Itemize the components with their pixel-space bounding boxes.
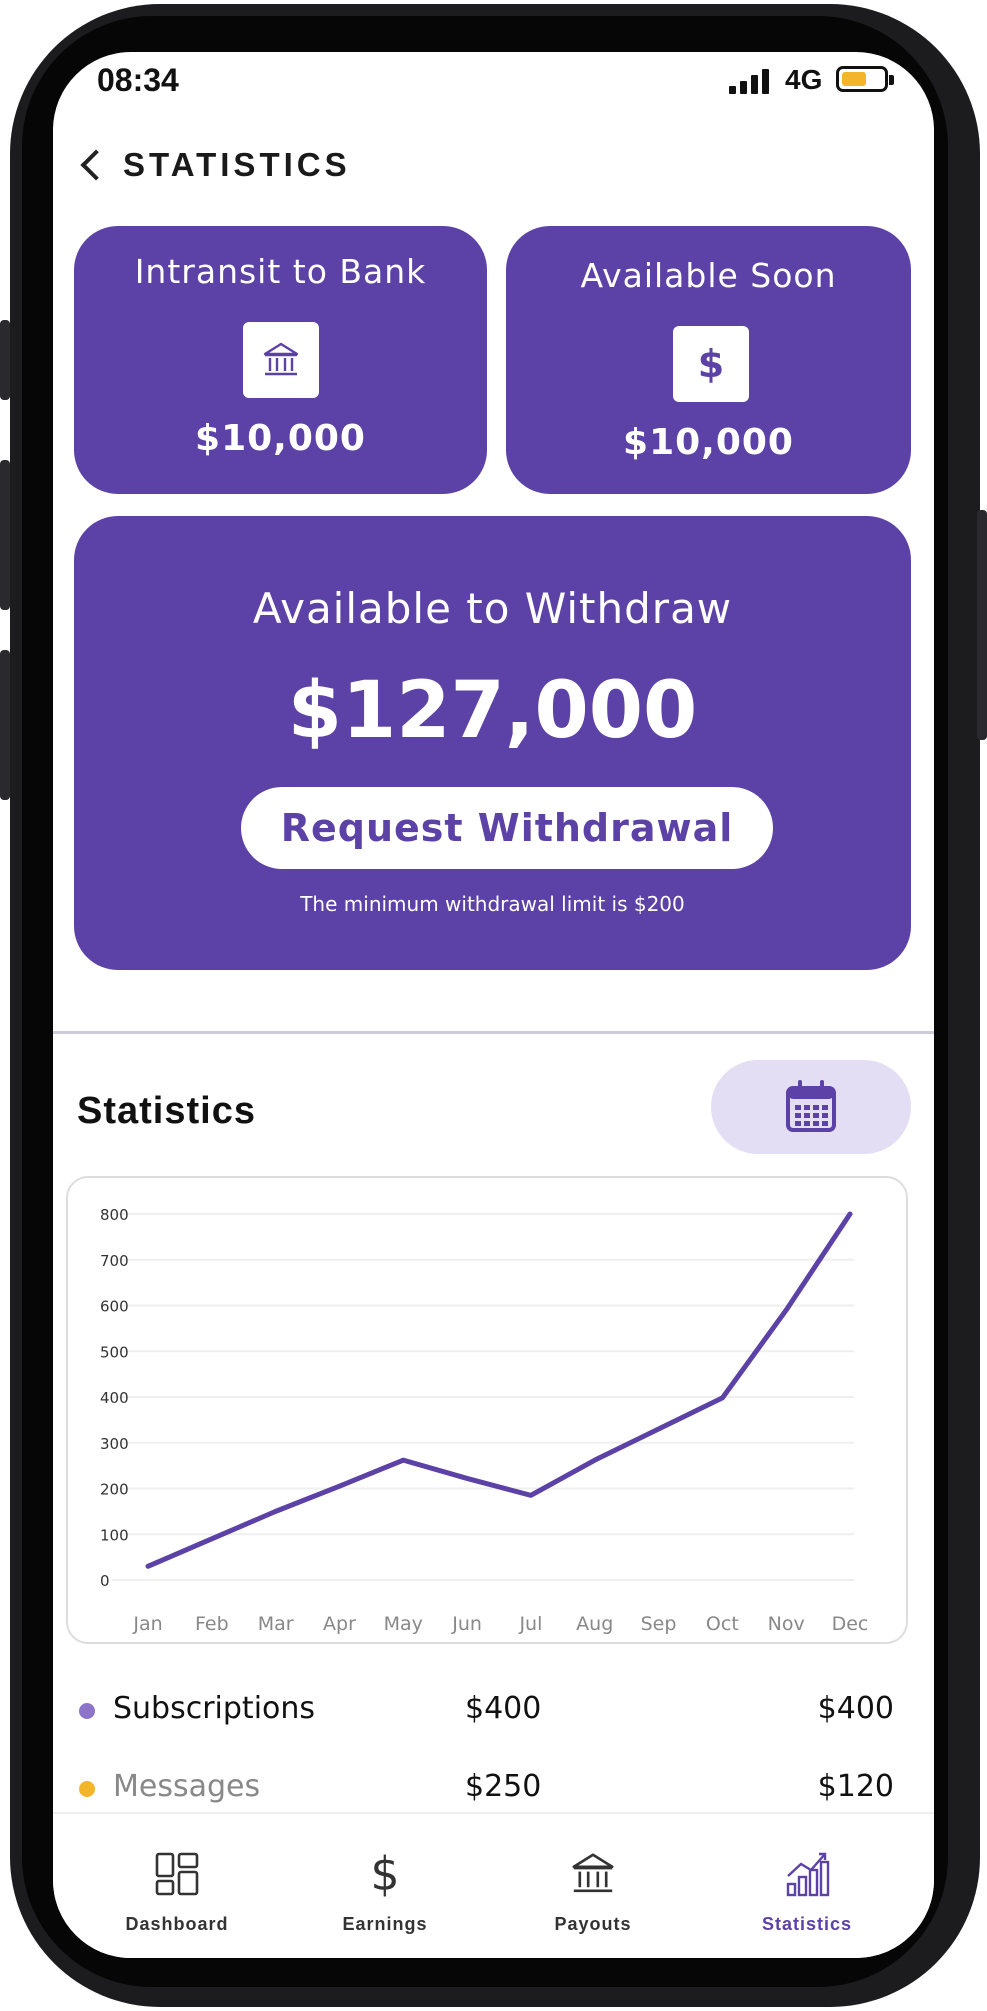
y-tick-label: 400	[100, 1389, 129, 1407]
chart-icon	[777, 1844, 837, 1904]
side-button-volume-down	[0, 650, 10, 800]
legend-value: $400	[465, 1691, 542, 1726]
available-soon-amount: $10,000	[623, 422, 794, 463]
x-tick-label: Feb	[195, 1613, 229, 1635]
x-tick-label: Jan	[132, 1613, 162, 1635]
x-tick-label: Nov	[768, 1613, 805, 1635]
statistics-heading: Statistics	[77, 1090, 256, 1132]
legend-row-messages: Messages $250 $120	[53, 1761, 934, 1813]
intransit-title: Intransit to Bank	[134, 252, 427, 291]
withdraw-amount: $127,000	[287, 666, 698, 756]
dollar-glyph: $	[697, 342, 725, 386]
legend-row-subscriptions: Subscriptions $400 $400	[53, 1683, 934, 1735]
calendar-button[interactable]	[711, 1060, 911, 1154]
request-withdrawal-button[interactable]: Request Withdrawal	[241, 787, 773, 869]
y-tick-label: 100	[100, 1526, 129, 1544]
legend-value: $120	[817, 1769, 894, 1804]
app-screen: 08:34 4G STATISTICS Intransit to Bank $1…	[53, 52, 934, 1958]
side-button-volume-up	[0, 460, 10, 610]
x-tick-label: Jun	[451, 1613, 482, 1635]
legend-label: Messages	[113, 1769, 261, 1804]
signal-icon	[729, 68, 773, 94]
minimum-withdrawal-note: The minimum withdrawal limit is $200	[300, 892, 685, 916]
side-button-power	[977, 510, 987, 740]
section-divider	[53, 1031, 934, 1034]
network-label: 4G	[785, 64, 823, 95]
y-tick-label: 800	[100, 1206, 129, 1224]
y-tick-label: 300	[100, 1435, 129, 1453]
nav-label: Earnings	[342, 1914, 428, 1934]
x-tick-label: May	[384, 1613, 423, 1635]
x-tick-label: Dec	[832, 1613, 869, 1635]
y-tick-label: 0	[100, 1572, 110, 1590]
bank-icon	[563, 1844, 623, 1904]
nav-statistics[interactable]: Statistics	[707, 1814, 907, 1944]
bottom-nav: Dashboard $ Earnings Payouts Statistics	[53, 1812, 934, 1958]
nav-earnings[interactable]: $ Earnings	[285, 1814, 485, 1944]
legend-value: $250	[465, 1769, 542, 1804]
withdraw-card: Available to Withdraw $127,000 Request W…	[74, 516, 911, 970]
nav-label: Dashboard	[125, 1914, 229, 1934]
y-tick-label: 600	[100, 1298, 129, 1316]
dashboard-icon	[147, 1844, 207, 1904]
x-tick-label: Mar	[258, 1613, 294, 1635]
nav-label: Payouts	[554, 1914, 632, 1934]
x-tick-label: Apr	[323, 1613, 356, 1635]
chevron-left-icon	[80, 149, 112, 181]
statistics-chart: 800 700 600 500 400 300 200 100 0 Jan Feb Mar Apr May…	[66, 1176, 908, 1644]
legend-label: Subscriptions	[113, 1691, 316, 1726]
legend-dot-messages	[79, 1781, 95, 1797]
header: STATISTICS	[53, 128, 934, 208]
dollar-glyph: $	[370, 1847, 400, 1901]
page-title: STATISTICS	[123, 146, 351, 183]
x-tick-label: Aug	[576, 1613, 613, 1635]
x-tick-label: Sep	[641, 1613, 677, 1635]
bank-icon	[243, 322, 319, 398]
series-line	[145, 1211, 853, 1569]
back-button[interactable]	[67, 140, 117, 190]
withdraw-title: Available to Withdraw	[252, 584, 733, 633]
x-tick-label: Jul	[518, 1613, 542, 1635]
line-chart: 800 700 600 500 400 300 200 100 0 Jan Feb Mar Apr May…	[100, 1206, 869, 1635]
status-bar: 08:34 4G	[53, 52, 934, 108]
available-soon-card: Available Soon $ $10,000	[506, 226, 911, 494]
dollar-icon: $	[355, 1844, 415, 1904]
side-button-silent	[0, 320, 10, 400]
nav-dashboard[interactable]: Dashboard	[77, 1814, 277, 1944]
y-tick-label: 500	[100, 1343, 129, 1361]
intransit-amount: $10,000	[195, 418, 366, 459]
y-tick-label: 700	[100, 1252, 129, 1270]
status-time: 08:34	[97, 62, 179, 98]
nav-label: Statistics	[761, 1914, 853, 1934]
legend-value: $400	[817, 1691, 894, 1726]
nav-payouts[interactable]: Payouts	[493, 1814, 693, 1944]
battery-icon	[836, 66, 894, 92]
x-tick-label: Oct	[706, 1613, 739, 1635]
y-tick-label: 200	[100, 1481, 129, 1499]
available-soon-title: Available Soon	[580, 256, 837, 295]
intransit-card: Intransit to Bank $10,000	[74, 226, 487, 494]
calendar-icon	[786, 1080, 836, 1132]
legend-dot-subscriptions	[79, 1703, 95, 1719]
dollar-icon: $	[673, 326, 749, 402]
